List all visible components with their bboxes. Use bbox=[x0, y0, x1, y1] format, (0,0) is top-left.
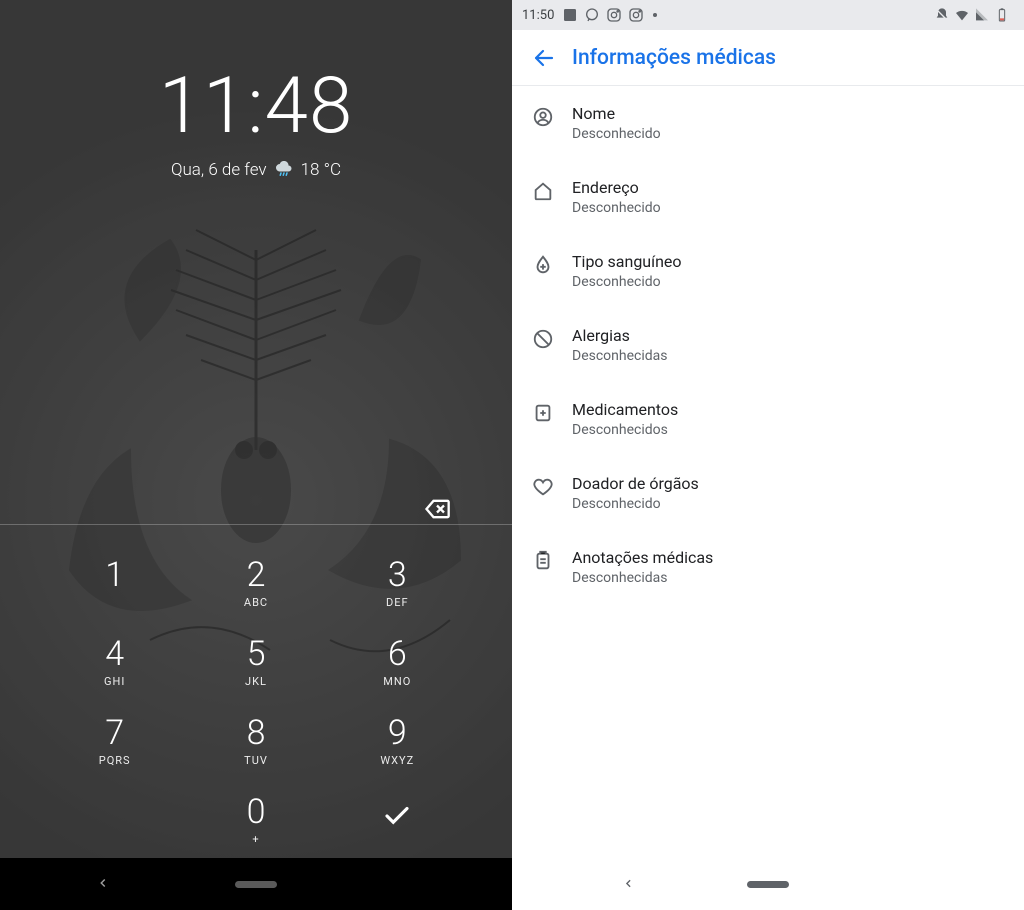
med-item-title: Medicamentos bbox=[572, 400, 1004, 419]
med-item-row[interactable]: Alergias Desconhecidas bbox=[512, 308, 1024, 382]
med-item-text: Nome Desconhecido bbox=[572, 104, 1004, 142]
nav-back-button[interactable] bbox=[96, 875, 110, 894]
keypad-letters: MNO bbox=[327, 675, 468, 688]
keypad-letters: JKL bbox=[185, 675, 326, 688]
med-item-value: Desconhecidas bbox=[572, 348, 1004, 364]
keypad-key-9[interactable]: 9 WXYZ bbox=[327, 716, 468, 767]
keypad-digit: 3 bbox=[327, 558, 468, 592]
med-item-title: Tipo sanguíneo bbox=[572, 252, 1004, 271]
med-item-title: Endereço bbox=[572, 178, 1004, 197]
med-item-text: Tipo sanguíneo Desconhecido bbox=[572, 252, 1004, 290]
android-navbar bbox=[512, 858, 1024, 910]
keypad-key-0[interactable]: 0+ bbox=[185, 795, 326, 846]
keypad-key-6[interactable]: 6 MNO bbox=[327, 637, 468, 688]
med-item-value: Desconhecido bbox=[572, 126, 1004, 142]
keypad-key-3[interactable]: 3 DEF bbox=[327, 558, 468, 609]
keypad-digit: 7 bbox=[44, 716, 185, 750]
nav-home-pill[interactable] bbox=[747, 881, 789, 888]
med-item-value: Desconhecido bbox=[572, 496, 1004, 512]
keypad-digit: 5 bbox=[185, 637, 326, 671]
med-item-value: Desconhecidos bbox=[572, 422, 1004, 438]
dnd-icon bbox=[934, 7, 950, 23]
keypad-letters: WXYZ bbox=[327, 754, 468, 767]
med-item-value: Desconhecido bbox=[572, 200, 1004, 216]
person-icon bbox=[532, 104, 572, 142]
med-item-title: Alergias bbox=[572, 326, 1004, 345]
keypad-letters: GHI bbox=[44, 675, 185, 688]
nav-home-pill[interactable] bbox=[235, 881, 277, 888]
pin-keypad: 12ABC3DEF4GHI5JKL6MNO7PQRS8TUV9WXYZ0+ bbox=[44, 558, 468, 846]
med-item-text: Doador de órgãos Desconhecido bbox=[572, 474, 1004, 512]
weather-icon bbox=[275, 161, 293, 179]
page-title: Informações médicas bbox=[572, 46, 776, 70]
home-icon bbox=[532, 178, 572, 216]
lockscreen-phone: 11:48 Qua, 6 de fev 18 °C 12 ABC3 DEF 4 GHI5… bbox=[0, 0, 512, 910]
med-item-title: Anotações médicas bbox=[572, 548, 1004, 567]
back-button[interactable] bbox=[520, 34, 568, 82]
keypad-digit: 0 bbox=[185, 795, 326, 829]
med-item-text: Endereço Desconhecido bbox=[572, 178, 1004, 216]
android-navbar bbox=[0, 858, 512, 910]
keypad-key-1[interactable]: 1 bbox=[44, 558, 185, 609]
keypad-confirm-button[interactable] bbox=[327, 795, 468, 846]
medical-info-list: NomeDesconhecidoEndereçoDesconhecidoTipo… bbox=[512, 86, 1024, 858]
keypad-letters: TUV bbox=[185, 754, 326, 767]
heart-icon bbox=[532, 474, 572, 512]
keypad-digit: 1 bbox=[44, 558, 185, 592]
med-item-row[interactable]: Endereço Desconhecido bbox=[512, 160, 1024, 234]
keypad-key-4[interactable]: 4 GHI bbox=[44, 637, 185, 688]
note-icon bbox=[532, 548, 572, 586]
gallery-icon bbox=[562, 7, 578, 23]
whatsapp-icon bbox=[584, 7, 600, 23]
keypad-letters: + bbox=[185, 833, 326, 846]
keypad-digit: 4 bbox=[44, 637, 185, 671]
keypad-digit: 9 bbox=[327, 716, 468, 750]
app-bar: Informações médicas bbox=[512, 30, 1024, 86]
signal-icon bbox=[974, 7, 990, 23]
keypad-key-7[interactable]: 7 PQRS bbox=[44, 716, 185, 767]
med-item-row[interactable]: Nome Desconhecido bbox=[512, 86, 1024, 160]
battery-icon bbox=[994, 7, 1010, 23]
wifi-icon bbox=[954, 7, 970, 23]
med-item-row[interactable]: Anotações médicas Desconhecidas bbox=[512, 530, 1024, 604]
instagram-icon bbox=[628, 7, 644, 23]
med-item-title: Nome bbox=[572, 104, 1004, 123]
backspace-button[interactable] bbox=[420, 492, 454, 526]
blood-icon bbox=[532, 252, 572, 290]
no-icon bbox=[532, 326, 572, 364]
med-item-row[interactable]: Medicamentos Desconhecidos bbox=[512, 382, 1024, 456]
keypad-key-2[interactable]: 2 ABC bbox=[185, 558, 326, 609]
medical-info-phone: 11:50 Informações médicas Nome Desconheci… bbox=[512, 0, 1024, 910]
med-item-title: Doador de órgãos bbox=[572, 474, 1004, 493]
keypad-digit: 6 bbox=[327, 637, 468, 671]
med-item-text: Alergias Desconhecidas bbox=[572, 326, 1004, 364]
med-item-row[interactable]: Doador de órgãos Desconhecido bbox=[512, 456, 1024, 530]
clock-date: Qua, 6 de fev bbox=[171, 160, 267, 180]
med-item-text: Anotações médicas Desconhecidas bbox=[572, 548, 1004, 586]
clock-widget: 11:48 Qua, 6 de fev 18 °C bbox=[0, 0, 512, 180]
clock-time: 11:48 bbox=[0, 68, 512, 146]
keypad-key-5[interactable]: 5 JKL bbox=[185, 637, 326, 688]
instagram-icon bbox=[606, 7, 622, 23]
keypad-letters: DEF bbox=[327, 596, 468, 609]
med-item-row[interactable]: Tipo sanguíneo Desconhecido bbox=[512, 234, 1024, 308]
keypad-digit: 8 bbox=[185, 716, 326, 750]
keypad-spacer bbox=[44, 795, 185, 846]
status-bar: 11:50 bbox=[512, 0, 1024, 30]
more-notifications-icon bbox=[653, 13, 657, 17]
keypad-letters: ABC bbox=[185, 596, 326, 609]
med-item-value: Desconhecido bbox=[572, 274, 1004, 290]
med-icon bbox=[532, 400, 572, 438]
med-item-value: Desconhecidas bbox=[572, 570, 1004, 586]
nav-back-button[interactable] bbox=[622, 875, 635, 894]
keypad-key-8[interactable]: 8 TUV bbox=[185, 716, 326, 767]
clock-temp: 18 °C bbox=[301, 160, 341, 180]
clock-date-row: Qua, 6 de fev 18 °C bbox=[171, 160, 341, 180]
med-item-text: Medicamentos Desconhecidos bbox=[572, 400, 1004, 438]
keypad-letters: PQRS bbox=[44, 754, 185, 767]
keypad-digit: 2 bbox=[185, 558, 326, 592]
status-time: 11:50 bbox=[522, 8, 554, 23]
